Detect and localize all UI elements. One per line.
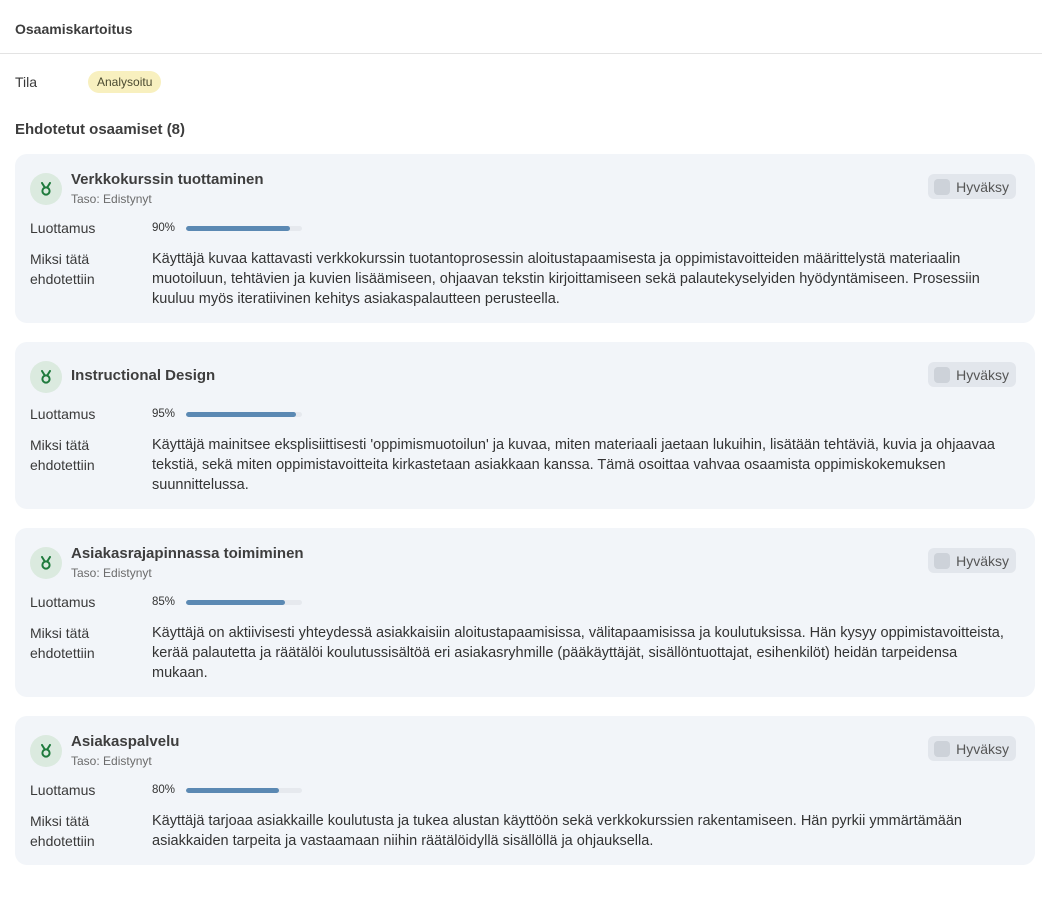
confidence-row: Luottamus 80% xyxy=(30,782,1015,798)
status-badge: Analysoitu xyxy=(88,71,162,93)
confidence-bar xyxy=(186,787,302,793)
approve-label: Hyväksy xyxy=(956,366,1009,383)
confidence-value: 95% xyxy=(152,408,176,420)
approve-checkbox[interactable]: Hyväksy xyxy=(928,174,1016,199)
skill-card: Verkkokurssin tuottaminen Taso: Edistyny… xyxy=(15,154,1035,323)
medal-icon xyxy=(30,173,62,205)
confidence-row: Luottamus 95% xyxy=(30,406,1015,422)
page-title: Osaamiskartoitus xyxy=(15,20,133,37)
approve-checkbox[interactable]: Hyväksy xyxy=(928,548,1016,573)
reason-text: Käyttäjä kuvaa kattavasti verkkokurssin … xyxy=(152,251,980,307)
checkbox-box[interactable] xyxy=(934,552,951,569)
section-heading: Ehdotetut osaamiset (8) xyxy=(15,120,186,138)
confidence-label: Luottamus xyxy=(30,594,96,610)
confidence-bar-fill xyxy=(186,411,297,417)
skill-level: Taso: Edistynyt xyxy=(71,566,152,580)
medal-icon xyxy=(30,735,62,767)
checkbox-box[interactable] xyxy=(934,178,951,195)
skill-card: Instructional Design Hyväksy Luottamus 9… xyxy=(15,342,1035,509)
skill-title: Verkkokurssin tuottaminen xyxy=(71,171,264,188)
reason-label: Miksi tätä ehdotettiin xyxy=(30,251,95,287)
confidence-label: Luottamus xyxy=(30,406,96,422)
checkbox-box[interactable] xyxy=(934,740,951,757)
status-label: Tila xyxy=(15,74,38,90)
approve-checkbox[interactable]: Hyväksy xyxy=(928,736,1016,761)
skill-card: Asiakaspalvelu Taso: Edistynyt Hyväksy L… xyxy=(15,716,1035,865)
skill-title: Asiakaspalvelu xyxy=(71,733,180,750)
status-row: Tila Analysoitu xyxy=(0,69,1042,95)
reason-row: Miksi tätä ehdotettiin Käyttäjä mainitse… xyxy=(30,435,1015,495)
reason-label: Miksi tätä ehdotettiin xyxy=(30,813,95,849)
confidence-value: 85% xyxy=(152,596,176,608)
confidence-row: Luottamus 90% xyxy=(30,220,1015,236)
skill-list: Verkkokurssin tuottaminen Taso: Edistyny… xyxy=(0,154,1042,865)
skill-card: Asiakasrajapinnassa toimiminen Taso: Edi… xyxy=(15,528,1035,697)
reason-text: Käyttäjä mainitsee eksplisiittisesti 'op… xyxy=(152,437,995,493)
approve-label: Hyväksy xyxy=(956,178,1009,195)
reason-row: Miksi tätä ehdotettiin Käyttäjä tarjoaa … xyxy=(30,811,1015,851)
reason-row: Miksi tätä ehdotettiin Käyttäjä on aktii… xyxy=(30,623,1015,683)
header: Osaamiskartoitus xyxy=(0,0,1042,54)
reason-label: Miksi tätä ehdotettiin xyxy=(30,625,95,661)
confidence-row: Luottamus 85% xyxy=(30,594,1015,610)
approve-checkbox[interactable]: Hyväksy xyxy=(928,362,1016,387)
approve-label: Hyväksy xyxy=(956,552,1009,569)
medal-icon xyxy=(30,547,62,579)
reason-text: Käyttäjä tarjoaa asiakkaille koulutusta … xyxy=(152,813,962,849)
confidence-bar xyxy=(186,411,302,417)
checkbox-box[interactable] xyxy=(934,366,951,383)
reason-text: Käyttäjä on aktiivisesti yhteydessä asia… xyxy=(152,625,1004,681)
reason-row: Miksi tätä ehdotettiin Käyttäjä kuvaa ka… xyxy=(30,249,1015,309)
confidence-label: Luottamus xyxy=(30,220,96,236)
confidence-bar-fill xyxy=(186,225,291,231)
skill-level: Taso: Edistynyt xyxy=(71,754,152,768)
confidence-bar xyxy=(186,599,302,605)
medal-icon xyxy=(30,361,62,393)
skill-title: Instructional Design xyxy=(71,367,216,384)
confidence-value: 80% xyxy=(152,784,176,796)
confidence-value: 90% xyxy=(152,222,176,234)
approve-label: Hyväksy xyxy=(956,740,1009,757)
skill-title: Asiakasrajapinnassa toimiminen xyxy=(71,545,304,562)
skill-level: Taso: Edistynyt xyxy=(71,192,152,206)
confidence-bar xyxy=(186,225,302,231)
reason-label: Miksi tätä ehdotettiin xyxy=(30,437,95,473)
confidence-bar-fill xyxy=(186,787,279,793)
confidence-bar-fill xyxy=(186,599,285,605)
confidence-label: Luottamus xyxy=(30,782,96,798)
